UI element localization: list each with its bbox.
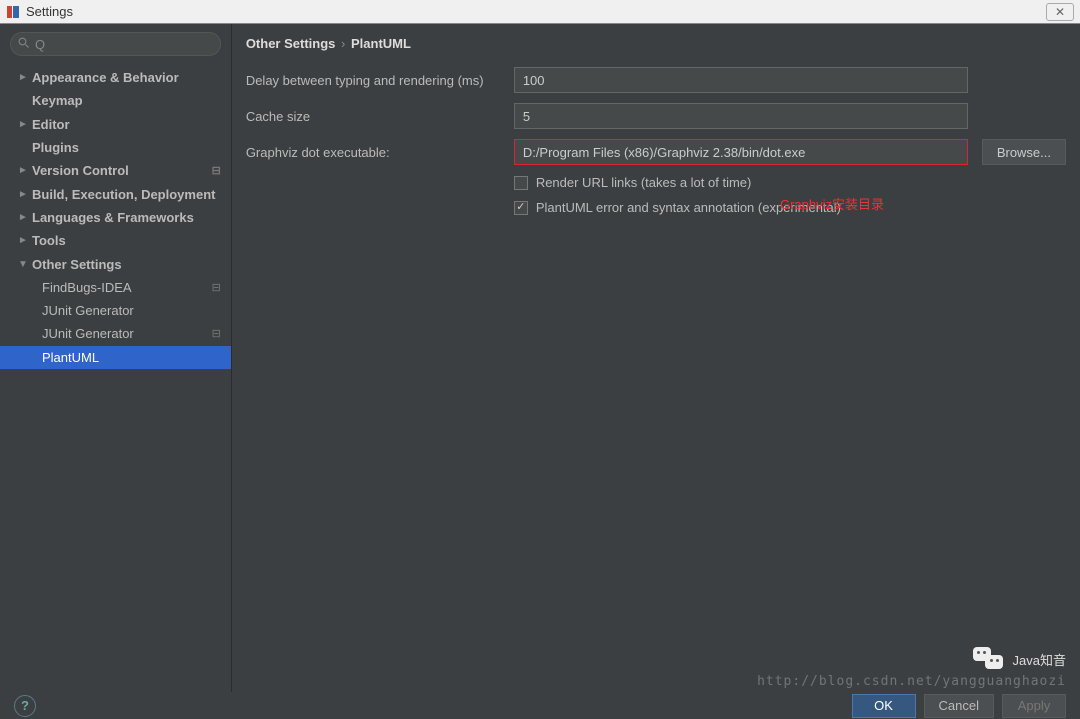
settings-tree: ► Appearance & Behavior Keymap ► Editor Pl…	[0, 62, 231, 692]
tree-label: Plugins	[32, 140, 79, 155]
per-project-icon: ⊟	[212, 281, 221, 294]
tree-item-other-settings[interactable]: ▼ Other Settings	[0, 252, 231, 275]
tree-label: Appearance & Behavior	[32, 70, 179, 85]
tree-item-keymap[interactable]: Keymap	[0, 89, 231, 112]
render-url-label: Render URL links (takes a lot of time)	[536, 175, 752, 190]
title-bar: Settings ✕	[0, 0, 1080, 24]
main-area: ► Appearance & Behavior Keymap ► Editor Pl…	[0, 24, 1080, 692]
watermark-brand-text: Java知音	[1013, 650, 1066, 669]
button-bar: ? OK Cancel Apply	[0, 692, 1080, 719]
chevron-down-icon: ▼	[18, 259, 28, 270]
breadcrumb: Other Settings › PlantUML	[232, 24, 1080, 61]
breadcrumb-separator: ›	[341, 36, 345, 51]
apply-button[interactable]: Apply	[1002, 694, 1066, 718]
search-wrap	[0, 24, 231, 62]
breadcrumb-current: PlantUML	[351, 36, 411, 51]
tree-label: Build, Execution, Deployment	[32, 187, 215, 202]
sidebar: ► Appearance & Behavior Keymap ► Editor Pl…	[0, 24, 232, 692]
app-icon	[6, 5, 20, 19]
tree-item-build[interactable]: ► Build, Execution, Deployment	[0, 182, 231, 205]
watermark-brand: Java知音	[973, 645, 1066, 673]
tree-label: Other Settings	[32, 257, 122, 272]
browse-button[interactable]: Browse...	[982, 139, 1066, 165]
tree-label: Version Control	[32, 163, 129, 178]
tree-item-editor[interactable]: ► Editor	[0, 113, 231, 136]
checkbox-unchecked-icon[interactable]	[514, 176, 528, 190]
cancel-button[interactable]: Cancel	[924, 694, 994, 718]
cache-input[interactable]	[514, 103, 968, 129]
search-icon	[18, 37, 30, 49]
wechat-icon	[973, 645, 1007, 673]
tree-label: Editor	[32, 117, 70, 132]
tree-label: PlantUML	[42, 350, 99, 365]
tree-label: FindBugs-IDEA	[42, 280, 132, 295]
help-button[interactable]: ?	[14, 695, 36, 717]
checkbox-checked-icon[interactable]	[514, 201, 528, 215]
form-content: Delay between typing and rendering (ms) …	[232, 61, 1080, 231]
tree-item-appearance[interactable]: ► Appearance & Behavior	[0, 66, 231, 89]
tree-item-plantuml[interactable]: PlantUML	[0, 346, 231, 369]
tree-label: Tools	[32, 233, 66, 248]
tree-item-findbugs[interactable]: FindBugs-IDEA ⊟	[0, 276, 231, 299]
chevron-right-icon: ►	[18, 235, 28, 246]
graphviz-label: Graphviz dot executable:	[246, 145, 514, 160]
ok-button[interactable]: OK	[852, 694, 916, 718]
tree-item-tools[interactable]: ► Tools	[0, 229, 231, 252]
graphviz-input[interactable]	[514, 139, 968, 165]
tree-label: Languages & Frameworks	[32, 210, 194, 225]
per-project-icon: ⊟	[212, 327, 221, 340]
row-delay: Delay between typing and rendering (ms)	[246, 67, 1066, 93]
tree-label: Keymap	[32, 93, 83, 108]
window-title: Settings	[26, 4, 1046, 19]
row-render-url[interactable]: Render URL links (takes a lot of time)	[514, 175, 1066, 190]
breadcrumb-parent: Other Settings	[246, 36, 336, 51]
tree-label: JUnit Generator	[42, 326, 134, 341]
search-input[interactable]	[10, 32, 221, 56]
tree-item-languages[interactable]: ► Languages & Frameworks	[0, 206, 231, 229]
tree-item-junit2[interactable]: JUnit Generator ⊟	[0, 322, 231, 345]
tree-item-plugins[interactable]: Plugins	[0, 136, 231, 159]
content-panel: Other Settings › PlantUML Delay between …	[232, 24, 1080, 692]
cache-label: Cache size	[246, 109, 514, 124]
per-project-icon: ⊟	[212, 164, 221, 177]
tree-label: JUnit Generator	[42, 303, 134, 318]
chevron-right-icon: ►	[18, 119, 28, 130]
watermark-url: http://blog.csdn.net/yangguanghaozi	[757, 674, 1066, 689]
delay-input[interactable]	[514, 67, 968, 93]
row-graphviz: Graphviz dot executable: Browse...	[246, 139, 1066, 165]
chevron-right-icon: ►	[18, 212, 28, 223]
tree-item-version-control[interactable]: ► Version Control ⊟	[0, 159, 231, 182]
delay-label: Delay between typing and rendering (ms)	[246, 73, 514, 88]
row-cache: Cache size	[246, 103, 1066, 129]
close-icon[interactable]: ✕	[1046, 3, 1074, 21]
chevron-right-icon: ►	[18, 72, 28, 83]
chevron-right-icon: ►	[18, 165, 28, 176]
tree-item-junit1[interactable]: JUnit Generator	[0, 299, 231, 322]
annotation-text: Graphviz安装目录	[780, 194, 884, 213]
chevron-right-icon: ►	[18, 189, 28, 200]
